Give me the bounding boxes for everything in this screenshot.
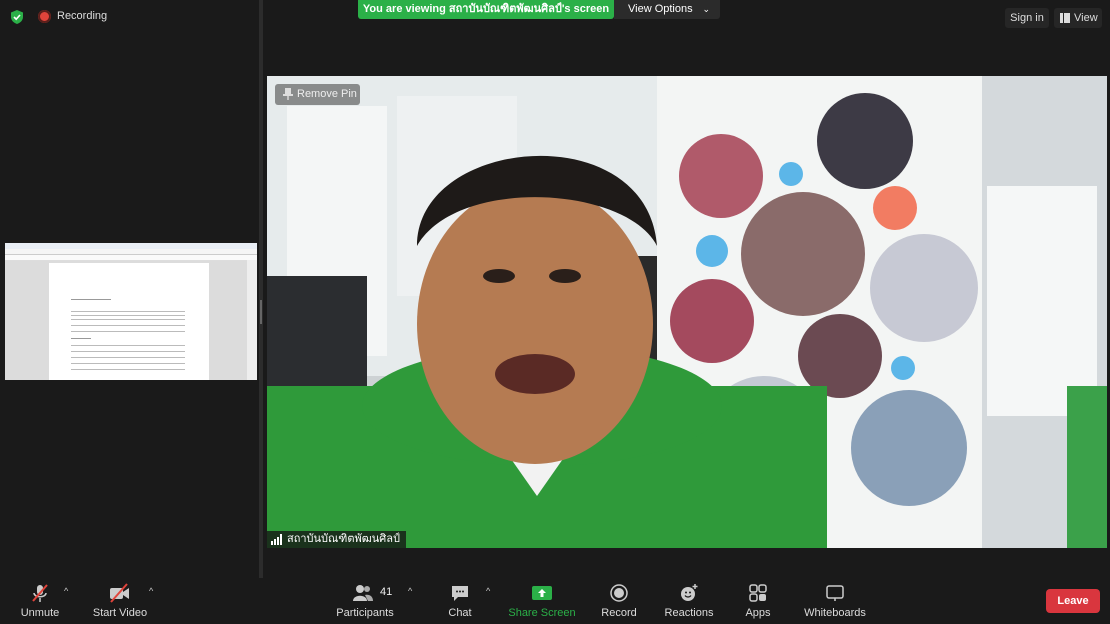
- video-feed[interactable]: [267, 76, 1107, 548]
- sign-in-button[interactable]: Sign in: [1005, 8, 1049, 28]
- participants-icon: [353, 585, 373, 601]
- participants-caret-icon[interactable]: ^: [408, 586, 412, 596]
- chat-button[interactable]: Chat: [442, 578, 478, 619]
- thumbnail-document-page: [49, 263, 209, 380]
- apps-label: Apps: [745, 607, 771, 619]
- viewing-banner: You are viewing สถาบันบัณฑิตพัฒนศิลป์'s …: [358, 0, 614, 19]
- thumbnail-toolbar: [5, 255, 257, 261]
- divider-handle[interactable]: [260, 300, 262, 324]
- reactions-button[interactable]: Reactions: [662, 578, 716, 619]
- chat-caret-icon[interactable]: ^: [486, 586, 490, 596]
- participant-name-tag: สถาบันบัณฑิตพัฒนศิลป์: [267, 531, 406, 548]
- participant-name: สถาบันบัณฑิตพัฒนศิลป์: [287, 533, 400, 545]
- remove-pin-button[interactable]: Remove Pin: [275, 84, 360, 105]
- view-label: View: [1074, 12, 1098, 24]
- recording-icon[interactable]: [38, 10, 51, 23]
- whiteboards-label: Whiteboards: [804, 607, 866, 619]
- whiteboards-button[interactable]: Whiteboards: [800, 578, 870, 619]
- participants-count: 41: [380, 586, 393, 598]
- video-options-caret-icon[interactable]: ^: [149, 586, 153, 596]
- chat-label: Chat: [448, 607, 472, 619]
- view-button[interactable]: View: [1054, 8, 1102, 28]
- muted-microphone-icon: [32, 584, 48, 602]
- record-label: Record: [601, 607, 637, 619]
- reactions-label: Reactions: [664, 607, 714, 619]
- start-video-label: Start Video: [92, 607, 148, 619]
- shield-check-icon[interactable]: [10, 10, 24, 24]
- chevron-down-icon: ⌄: [702, 4, 710, 14]
- video-off-icon: [110, 583, 129, 603]
- view-options-button[interactable]: View Options ⌄: [614, 0, 720, 19]
- share-screen-label: Share Screen: [508, 607, 576, 619]
- shared-screen-thumbnail[interactable]: [5, 243, 257, 380]
- share-screen-button[interactable]: Share Screen: [508, 578, 576, 619]
- start-video-button[interactable]: Start Video: [90, 578, 150, 619]
- unmute-label: Unmute: [20, 607, 60, 619]
- apps-button[interactable]: Apps: [740, 578, 776, 619]
- apps-icon: [749, 584, 767, 602]
- speaker-video-image: [267, 76, 1107, 548]
- participants-button[interactable]: Participants: [334, 578, 396, 619]
- share-screen-icon: [532, 586, 552, 600]
- recording-label: Recording: [57, 10, 108, 22]
- meeting-toolbar: Unmute ^ Start Video ^ Participants 41 ^…: [0, 578, 1110, 624]
- audio-options-caret-icon[interactable]: ^: [64, 586, 68, 596]
- participants-label: Participants: [336, 607, 394, 619]
- record-button[interactable]: Record: [598, 578, 640, 619]
- unmute-button[interactable]: Unmute: [18, 578, 62, 619]
- whiteboard-icon: [826, 585, 844, 601]
- chat-icon: [452, 586, 468, 601]
- panel-divider[interactable]: [259, 0, 263, 578]
- signal-icon: [271, 534, 282, 545]
- reactions-icon: [681, 584, 698, 601]
- leave-button[interactable]: Leave: [1046, 589, 1100, 613]
- thumbnail-sidebar: [247, 260, 257, 380]
- view-grid-icon: [1060, 13, 1070, 23]
- view-options-label: View Options: [628, 3, 693, 15]
- pin-icon: [283, 88, 293, 100]
- record-icon: [610, 584, 628, 602]
- remove-pin-label: Remove Pin: [297, 88, 357, 100]
